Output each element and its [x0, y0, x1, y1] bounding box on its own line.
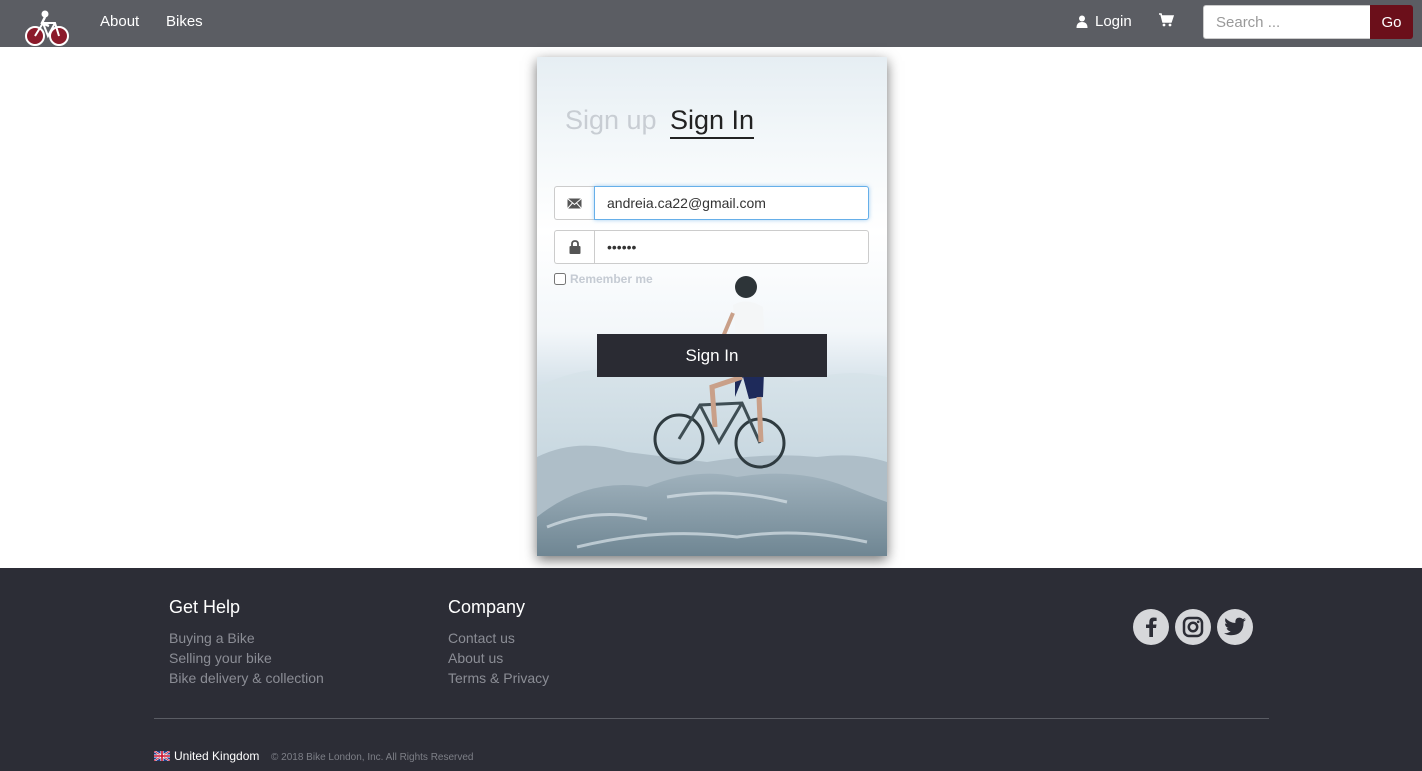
twitter-icon[interactable]: [1217, 609, 1253, 645]
footer-link-buying[interactable]: Buying a Bike: [169, 628, 324, 648]
footer-link-terms[interactable]: Terms & Privacy: [448, 668, 549, 688]
search-go-button[interactable]: Go: [1370, 5, 1413, 39]
email-input-group: [554, 186, 869, 220]
remember-me[interactable]: Remember me: [554, 272, 653, 286]
footer-link-delivery[interactable]: Bike delivery & collection: [169, 668, 324, 688]
password-addon: [554, 230, 594, 264]
login-card: Sign up Sign In Remember me Sign In: [537, 57, 887, 556]
footer-company-column: Company Contact us About us Terms & Priv…: [448, 597, 549, 688]
remember-me-label: Remember me: [570, 272, 653, 286]
uk-flag-icon: [154, 751, 170, 761]
footer-link-about[interactable]: About us: [448, 648, 549, 668]
login-label: Login: [1095, 13, 1132, 30]
nav-about-link[interactable]: About: [100, 13, 139, 30]
instagram-icon[interactable]: [1175, 609, 1211, 645]
user-icon: [1076, 15, 1088, 28]
email-field[interactable]: [594, 186, 869, 220]
footer-link-contact[interactable]: Contact us: [448, 628, 549, 648]
remember-me-checkbox[interactable]: [554, 273, 566, 285]
password-input-group: [554, 230, 869, 264]
sign-in-button[interactable]: Sign In: [597, 334, 827, 377]
shopping-cart-icon[interactable]: [1158, 12, 1174, 28]
facebook-icon[interactable]: [1133, 609, 1169, 645]
search-input[interactable]: [1203, 5, 1371, 39]
footer-help-heading: Get Help: [169, 597, 241, 617]
footer-company-heading: Company: [448, 597, 526, 617]
lock-icon: [569, 240, 580, 254]
envelope-icon: [567, 197, 582, 209]
tab-sign-in[interactable]: Sign In: [670, 105, 755, 139]
country-label: United Kingdom: [174, 749, 260, 763]
footer-link-selling[interactable]: Selling your bike: [169, 648, 324, 668]
copyright-text: © 2018 Bike London, Inc. All Rights Rese…: [271, 752, 474, 763]
footer: Get Help Buying a Bike Selling your bike…: [0, 568, 1422, 771]
footer-help-column: Get Help Buying a Bike Selling your bike…: [169, 597, 324, 688]
bike-logo-icon[interactable]: [24, 9, 70, 47]
footer-divider: [154, 718, 1269, 719]
nav-bikes-link[interactable]: Bikes: [166, 13, 203, 30]
email-addon: [554, 186, 594, 220]
password-field[interactable]: [594, 230, 869, 264]
tab-sign-up[interactable]: Sign up: [565, 105, 657, 136]
top-navbar: About Bikes Login Go: [0, 0, 1422, 47]
country-selector[interactable]: United Kingdom: [154, 749, 259, 763]
login-link[interactable]: Login: [1076, 13, 1132, 30]
